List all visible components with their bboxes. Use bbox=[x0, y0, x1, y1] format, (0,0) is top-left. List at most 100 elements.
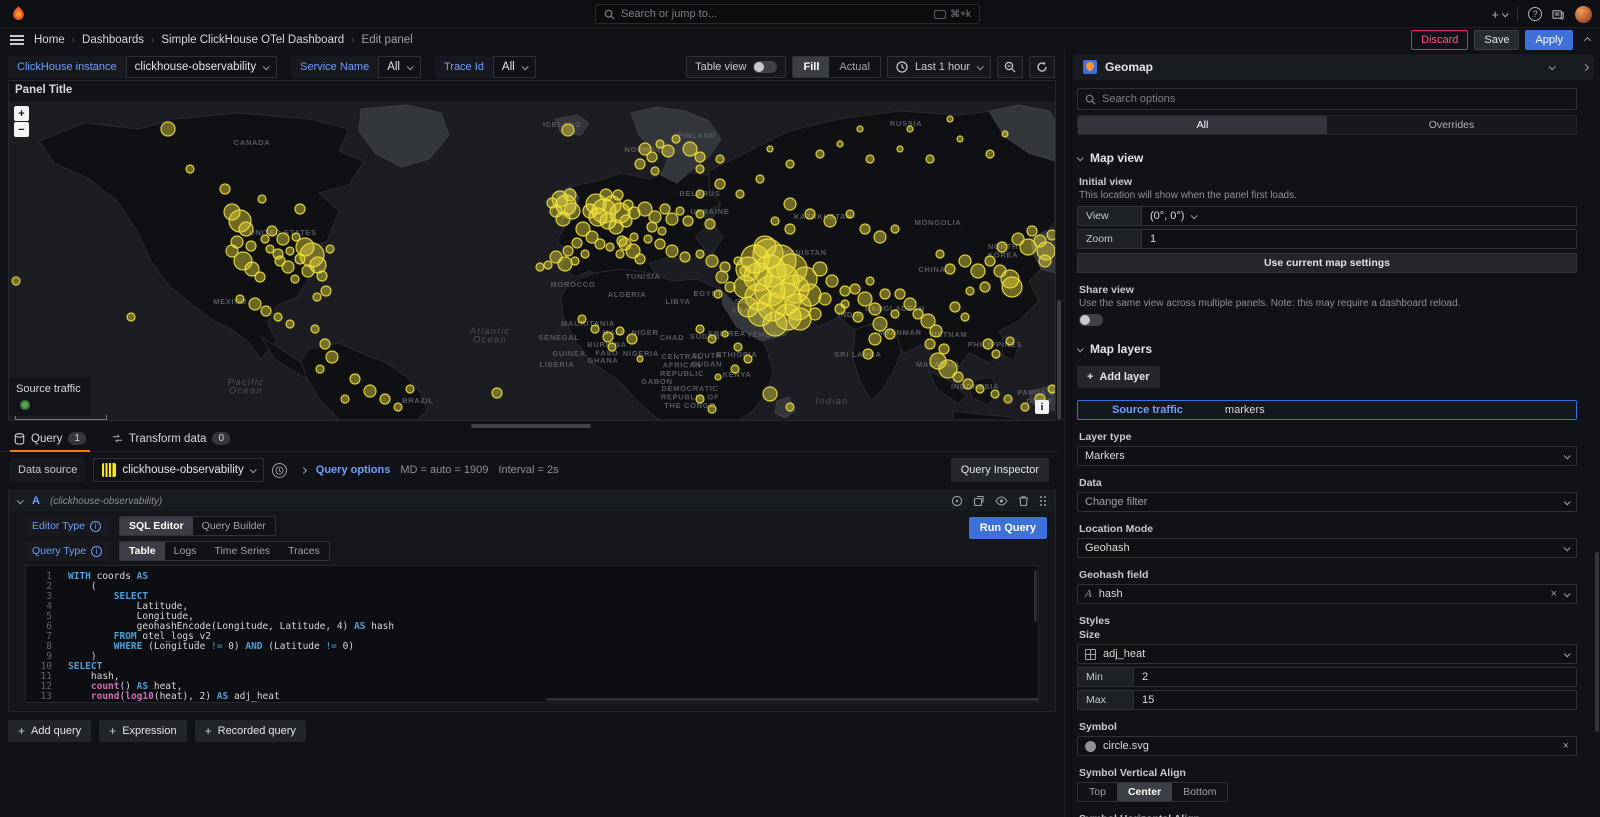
chevron-right-icon[interactable] bbox=[300, 466, 307, 473]
query-type-table[interactable]: Table bbox=[120, 542, 165, 560]
map-zoom-out-button[interactable]: − bbox=[14, 122, 29, 137]
map-marker bbox=[595, 239, 605, 249]
info-icon[interactable]: i bbox=[91, 546, 102, 557]
map-zoom-in-button[interactable]: + bbox=[14, 106, 29, 121]
clear-icon[interactable]: × bbox=[1563, 740, 1569, 752]
menu-toggle-icon[interactable] bbox=[10, 35, 24, 45]
grafana-logo-icon[interactable] bbox=[10, 5, 27, 22]
layer-name[interactable]: Source traffic bbox=[1112, 404, 1183, 416]
map-marker bbox=[239, 222, 253, 236]
help-icon[interactable]: ? bbox=[1528, 7, 1542, 21]
table-view-toggle[interactable]: Table view bbox=[686, 56, 786, 78]
geohash-field-select[interactable]: A hash × bbox=[1077, 584, 1577, 604]
map-attribution-button[interactable]: i bbox=[1035, 400, 1049, 414]
query-header[interactable]: A (clickhouse-observability) bbox=[9, 491, 1055, 511]
drag-query-icon[interactable] bbox=[1039, 495, 1047, 507]
map-legend: Source traffic bbox=[9, 378, 90, 416]
collapse-query-icon[interactable] bbox=[17, 497, 24, 504]
expression-button[interactable]: +Expression bbox=[99, 720, 186, 742]
breadcrumb-item[interactable]: Home bbox=[34, 34, 65, 46]
vert-align-bottom[interactable]: Bottom bbox=[1172, 783, 1227, 801]
hide-query-icon[interactable] bbox=[995, 495, 1008, 507]
map-marker bbox=[980, 282, 990, 292]
vert-align-top[interactable]: Top bbox=[1078, 783, 1117, 801]
delete-query-icon[interactable] bbox=[1018, 495, 1029, 507]
editor-hscrollbar[interactable] bbox=[546, 698, 1039, 701]
options-tab-all[interactable]: All bbox=[1078, 116, 1327, 134]
query-options-link[interactable]: Query options bbox=[316, 464, 391, 476]
actual-option[interactable]: Actual bbox=[829, 57, 880, 77]
size-field-select[interactable]: adj_heat bbox=[1077, 644, 1577, 664]
zoom-out-time-button[interactable] bbox=[997, 56, 1023, 78]
query-inspector-button[interactable]: Query Inspector bbox=[951, 458, 1049, 482]
initial-view-label: Initial view bbox=[1079, 176, 1588, 188]
info-icon[interactable]: i bbox=[90, 521, 101, 532]
options-pane-scrollbar[interactable] bbox=[1595, 552, 1599, 732]
symbol-select[interactable]: circle.svg × bbox=[1077, 736, 1577, 756]
query-type-time-series[interactable]: Time Series bbox=[205, 542, 279, 560]
user-avatar[interactable] bbox=[1575, 6, 1592, 23]
duplicate-query-icon[interactable] bbox=[973, 495, 985, 507]
fill-option[interactable]: Fill bbox=[793, 57, 829, 77]
layer-kind: markers bbox=[1225, 404, 1265, 416]
tab-query[interactable]: Query 1 bbox=[10, 432, 90, 451]
options-tab-overrides[interactable]: Overrides bbox=[1327, 116, 1576, 134]
editor-type-sql-editor[interactable]: SQL Editor bbox=[120, 517, 193, 535]
main-scrollbar[interactable] bbox=[1057, 300, 1061, 420]
sql-line: 10SELECT bbox=[26, 662, 1038, 672]
run-query-button[interactable]: Run Query bbox=[969, 517, 1047, 539]
refresh-button[interactable] bbox=[1029, 56, 1055, 78]
variable-value-dropdown[interactable]: All bbox=[378, 56, 421, 78]
collapse-header-icon[interactable] bbox=[1584, 36, 1591, 43]
discard-button[interactable]: Discard bbox=[1411, 30, 1468, 50]
news-icon[interactable] bbox=[1552, 8, 1565, 21]
share-view-toggle[interactable] bbox=[1079, 314, 1103, 326]
map-marker bbox=[666, 213, 678, 225]
global-search-input[interactable]: Search or jump to... ⌘+k bbox=[595, 4, 980, 24]
sql-editor[interactable]: 1WITH coords AS2 (3 SELECT4 Latitude,5 L… bbox=[25, 565, 1039, 703]
editor-vscrollbar[interactable] bbox=[1034, 570, 1037, 622]
collapse-pane-button[interactable] bbox=[1576, 58, 1594, 76]
query-type-traces[interactable]: Traces bbox=[279, 542, 329, 560]
geomap-panel[interactable]: Panel Title CANADARUSSIAUNITED STATESMEX… bbox=[8, 80, 1056, 421]
editor-type-query-builder[interactable]: Query Builder bbox=[193, 517, 275, 535]
options-pane-header[interactable]: Geomap bbox=[1073, 54, 1592, 80]
data-select[interactable]: Change filter bbox=[1077, 492, 1577, 512]
time-range-picker[interactable]: Last 1 hour bbox=[887, 56, 991, 78]
breadcrumb-item[interactable]: Dashboards bbox=[82, 34, 144, 46]
clear-icon[interactable]: × bbox=[1551, 588, 1557, 600]
apply-button[interactable]: Apply bbox=[1525, 30, 1573, 50]
table-view-switch[interactable] bbox=[753, 61, 777, 73]
save-button[interactable]: Save bbox=[1474, 30, 1519, 50]
options-search-input[interactable]: Search options bbox=[1077, 88, 1577, 110]
map-country-label: SENEGAL bbox=[538, 333, 579, 342]
query-help-icon[interactable] bbox=[951, 495, 963, 507]
landmass bbox=[301, 343, 427, 420]
query-type-logs[interactable]: Logs bbox=[165, 542, 206, 560]
map-country-label: SRI LANKA bbox=[834, 350, 881, 359]
variable-value-dropdown[interactable]: All bbox=[493, 56, 536, 78]
layer-type-select[interactable]: Markers bbox=[1077, 446, 1577, 466]
zoom-input[interactable]: 1 bbox=[1141, 229, 1577, 249]
map-view-section-header[interactable]: Map view bbox=[1077, 151, 1588, 165]
datasource-help-icon[interactable] bbox=[272, 463, 287, 478]
min-input[interactable]: 2 bbox=[1133, 667, 1577, 687]
add-query-button[interactable]: +Add query bbox=[8, 720, 91, 742]
view-select[interactable]: (0°, 0°) bbox=[1141, 206, 1577, 226]
add-menu-button[interactable]: + bbox=[1491, 7, 1507, 22]
share-view-label: Share view bbox=[1079, 284, 1588, 296]
use-current-map-settings-button[interactable]: Use current map settings bbox=[1077, 253, 1577, 273]
vert-align-center[interactable]: Center bbox=[1117, 783, 1172, 801]
location-mode-select[interactable]: Geohash bbox=[1077, 538, 1577, 558]
datasource-picker[interactable]: clickhouse-observability bbox=[93, 458, 263, 482]
layer-row[interactable]: Source traffic markers bbox=[1077, 400, 1577, 420]
tab-transform-data[interactable]: Transform data 0 bbox=[108, 432, 234, 451]
recorded-query-button[interactable]: +Recorded query bbox=[195, 720, 306, 742]
options-pane-body: Search options AllOverrides Map view Ini… bbox=[1065, 80, 1600, 817]
world-map[interactable]: CANADARUSSIAUNITED STATESMEXICOKAZAKHSTA… bbox=[9, 101, 1055, 420]
map-layers-section-header[interactable]: Map layers bbox=[1077, 342, 1588, 356]
max-input[interactable]: 15 bbox=[1133, 690, 1577, 710]
breadcrumb-item[interactable]: Simple ClickHouse OTel Dashboard bbox=[161, 34, 344, 46]
add-layer-button[interactable]: +Add layer bbox=[1077, 366, 1160, 388]
variable-value-dropdown[interactable]: clickhouse-observability bbox=[126, 56, 277, 78]
